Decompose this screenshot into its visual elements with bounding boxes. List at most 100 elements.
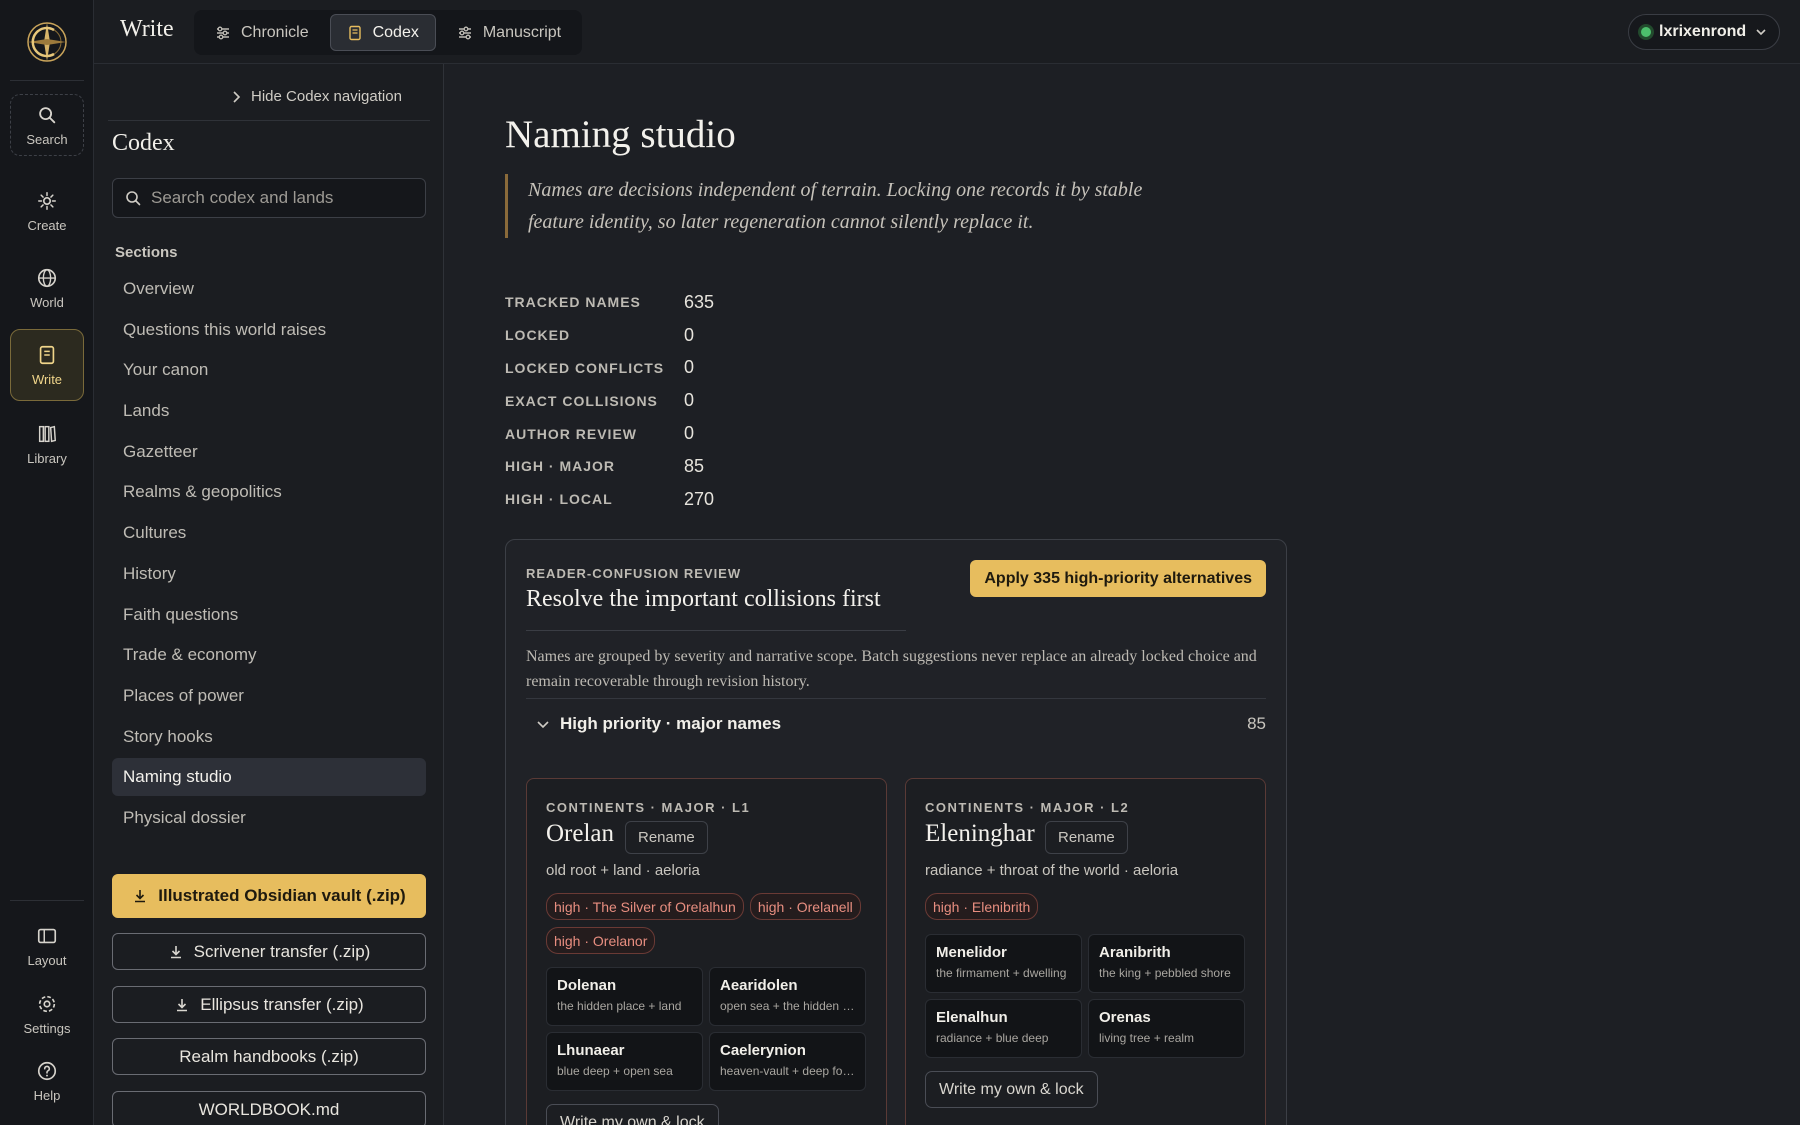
priority-group-count: 85 bbox=[1247, 714, 1266, 733]
alternative-option[interactable]: Orenas living tree + realm bbox=[1088, 999, 1245, 1058]
stat-row: HIGH · LOCAL 270 bbox=[505, 483, 714, 516]
sections-heading: Sections bbox=[115, 244, 178, 261]
tab-chronicle[interactable]: Chronicle bbox=[198, 14, 326, 51]
section-item[interactable]: Cultures bbox=[112, 514, 426, 552]
tab-codex[interactable]: Codex bbox=[329, 14, 436, 51]
section-item[interactable]: Gazetteer bbox=[112, 433, 426, 471]
rail-layout-button[interactable]: Layout bbox=[10, 915, 84, 977]
section-item[interactable]: History bbox=[112, 555, 426, 593]
apply-alternatives-button[interactable]: Apply 335 high-priority alternatives bbox=[970, 560, 1266, 597]
search-icon bbox=[126, 191, 141, 206]
section-item[interactable]: Your canon bbox=[112, 351, 426, 389]
name-card: CONTINENTS · MAJOR · L2 Eleninghar Renam… bbox=[905, 778, 1266, 1125]
divider bbox=[108, 120, 430, 121]
alternative-etymology: the hidden place + land bbox=[557, 999, 682, 1013]
collision-chip[interactable]: high · Orelanor bbox=[546, 927, 656, 954]
alternative-etymology: open sea + the hidden place bbox=[720, 999, 855, 1013]
card-etymology: radiance + throat of the world · aeloria bbox=[925, 862, 1179, 879]
export-realm-handbooks-button[interactable]: Realm handbooks (.zip) bbox=[112, 1038, 426, 1075]
stat-label: HIGH · MAJOR bbox=[505, 458, 615, 475]
stat-row: AUTHOR REVIEW 0 bbox=[505, 417, 714, 450]
chevron-right-icon bbox=[233, 90, 241, 103]
collision-chip[interactable]: high · Elenibrith bbox=[925, 893, 1039, 920]
section-item[interactable]: Story hooks bbox=[112, 718, 426, 756]
card-eyebrow: CONTINENTS · MAJOR · L2 bbox=[925, 800, 1130, 815]
export-scrivener-label: Scrivener transfer (.zip) bbox=[193, 941, 371, 961]
stat-label: EXACT COLLISIONS bbox=[505, 392, 658, 409]
write-own-lock-button[interactable]: Write my own & lock bbox=[546, 1104, 719, 1125]
rail-settings-button[interactable]: Settings bbox=[10, 983, 84, 1045]
export-worldbook-label: WORLDBOOK.md bbox=[198, 1099, 340, 1119]
compass-logo-icon[interactable] bbox=[23, 18, 71, 66]
chevron-down-icon bbox=[537, 721, 549, 729]
rail-search-button[interactable]: Search bbox=[10, 94, 84, 156]
alternative-option[interactable]: Aranibrith the king + pebbled shore bbox=[1088, 934, 1245, 993]
export-ellipsus-button[interactable]: Ellipsus transfer (.zip) bbox=[112, 986, 426, 1023]
user-menu[interactable]: lxrixenrond bbox=[1628, 14, 1780, 50]
section-item-active[interactable]: Naming studio bbox=[112, 758, 426, 797]
stat-row: LOCKED 0 bbox=[505, 319, 714, 352]
collision-chip[interactable]: high · The Silver of Orelalhun bbox=[546, 893, 744, 920]
section-item[interactable]: Overview bbox=[112, 270, 426, 308]
tab-manuscript-label: Manuscript bbox=[482, 23, 562, 41]
alternative-option[interactable]: Elenalhun radiance + blue deep bbox=[925, 999, 1082, 1058]
rename-button[interactable]: Rename bbox=[1045, 821, 1128, 854]
card-etymology: old root + land · aeloria bbox=[546, 862, 700, 879]
export-obsidian-button[interactable]: Illustrated Obsidian vault (.zip) bbox=[112, 874, 426, 918]
stat-row: LOCKED CONFLICTS 0 bbox=[505, 352, 714, 385]
stat-label: AUTHOR REVIEW bbox=[505, 425, 637, 442]
export-scrivener-button[interactable]: Scrivener transfer (.zip) bbox=[112, 933, 426, 970]
alternative-name: Aranibrith bbox=[1099, 944, 1171, 961]
stat-row: TRACKED NAMES 635 bbox=[505, 286, 714, 319]
library-icon bbox=[38, 425, 57, 442]
alternative-etymology: radiance + blue deep bbox=[936, 1031, 1049, 1045]
sparkle-icon bbox=[38, 191, 56, 210]
rail-write-button[interactable]: Write bbox=[10, 329, 84, 401]
section-item[interactable]: Questions this world raises bbox=[112, 311, 426, 349]
tab-manuscript[interactable]: Manuscript bbox=[440, 14, 578, 51]
download-icon bbox=[177, 998, 188, 1011]
export-obsidian-label: Illustrated Obsidian vault (.zip) bbox=[158, 886, 406, 905]
codex-search-input[interactable] bbox=[151, 188, 411, 208]
section-item[interactable]: Faith questions bbox=[112, 596, 426, 634]
stat-label: LOCKED CONFLICTS bbox=[505, 359, 665, 376]
alternative-option[interactable]: Lhunaear blue deep + open sea bbox=[546, 1032, 703, 1091]
rail-write-label: Write bbox=[31, 371, 63, 387]
section-item[interactable]: Physical dossier bbox=[112, 799, 426, 837]
rail-world-button[interactable]: World bbox=[10, 257, 84, 319]
alternative-name: Elenalhun bbox=[936, 1009, 1008, 1026]
download-icon bbox=[170, 945, 181, 958]
hide-codex-navigation-button[interactable]: Hide Codex navigation bbox=[229, 88, 402, 105]
export-worldbook-button[interactable]: WORLDBOOK.md bbox=[112, 1091, 426, 1125]
stats-list: TRACKED NAMES 635 LOCKED 0 LOCKED CONFLICT… bbox=[505, 286, 714, 516]
alternative-option[interactable]: Aearidolen open sea + the hidden place bbox=[709, 967, 866, 1026]
rail-help-button[interactable]: Help bbox=[10, 1050, 84, 1112]
section-item[interactable]: Places of power bbox=[112, 677, 426, 715]
sliders-icon bbox=[458, 26, 471, 39]
collision-chip[interactable]: high · Orelanell bbox=[749, 893, 861, 920]
sliders-icon bbox=[217, 26, 229, 39]
stat-value: 0 bbox=[684, 324, 695, 345]
alternative-etymology: heaven-vault + deep forest bbox=[720, 1064, 855, 1078]
stat-value: 0 bbox=[684, 357, 695, 378]
rail-search-label: Search bbox=[26, 131, 68, 147]
alternative-option[interactable]: Caelerynion heaven-vault + deep forest bbox=[709, 1032, 866, 1091]
section-item[interactable]: Lands bbox=[112, 392, 426, 430]
rename-button[interactable]: Rename bbox=[625, 821, 708, 854]
stat-value: 635 bbox=[684, 291, 715, 312]
alternative-option[interactable]: Menelidor the firmament + dwelling bbox=[925, 934, 1082, 993]
rail-library-button[interactable]: Library bbox=[10, 413, 84, 475]
section-item[interactable]: Trade & economy bbox=[112, 636, 426, 674]
hide-codex-navigation-label: Hide Codex navigation bbox=[251, 88, 402, 105]
codex-navigation: Hide Codex navigation Codex Sections Ove… bbox=[94, 64, 444, 1125]
top-bar: Write Chronicle Codex Manuscript lxrixen… bbox=[94, 0, 1800, 64]
write-own-lock-button[interactable]: Write my own & lock bbox=[925, 1071, 1098, 1108]
alternative-name: Aearidolen bbox=[720, 977, 798, 994]
section-item[interactable]: Realms & geopolitics bbox=[112, 473, 426, 511]
alternative-option[interactable]: Dolenan the hidden place + land bbox=[546, 967, 703, 1026]
stat-value: 85 bbox=[684, 455, 705, 476]
page-title: Naming studio bbox=[505, 113, 736, 156]
priority-group-toggle[interactable]: High priority · major names 85 bbox=[536, 706, 1266, 742]
rail-create-button[interactable]: Create bbox=[10, 180, 84, 242]
rail-world-label: World bbox=[30, 294, 64, 310]
